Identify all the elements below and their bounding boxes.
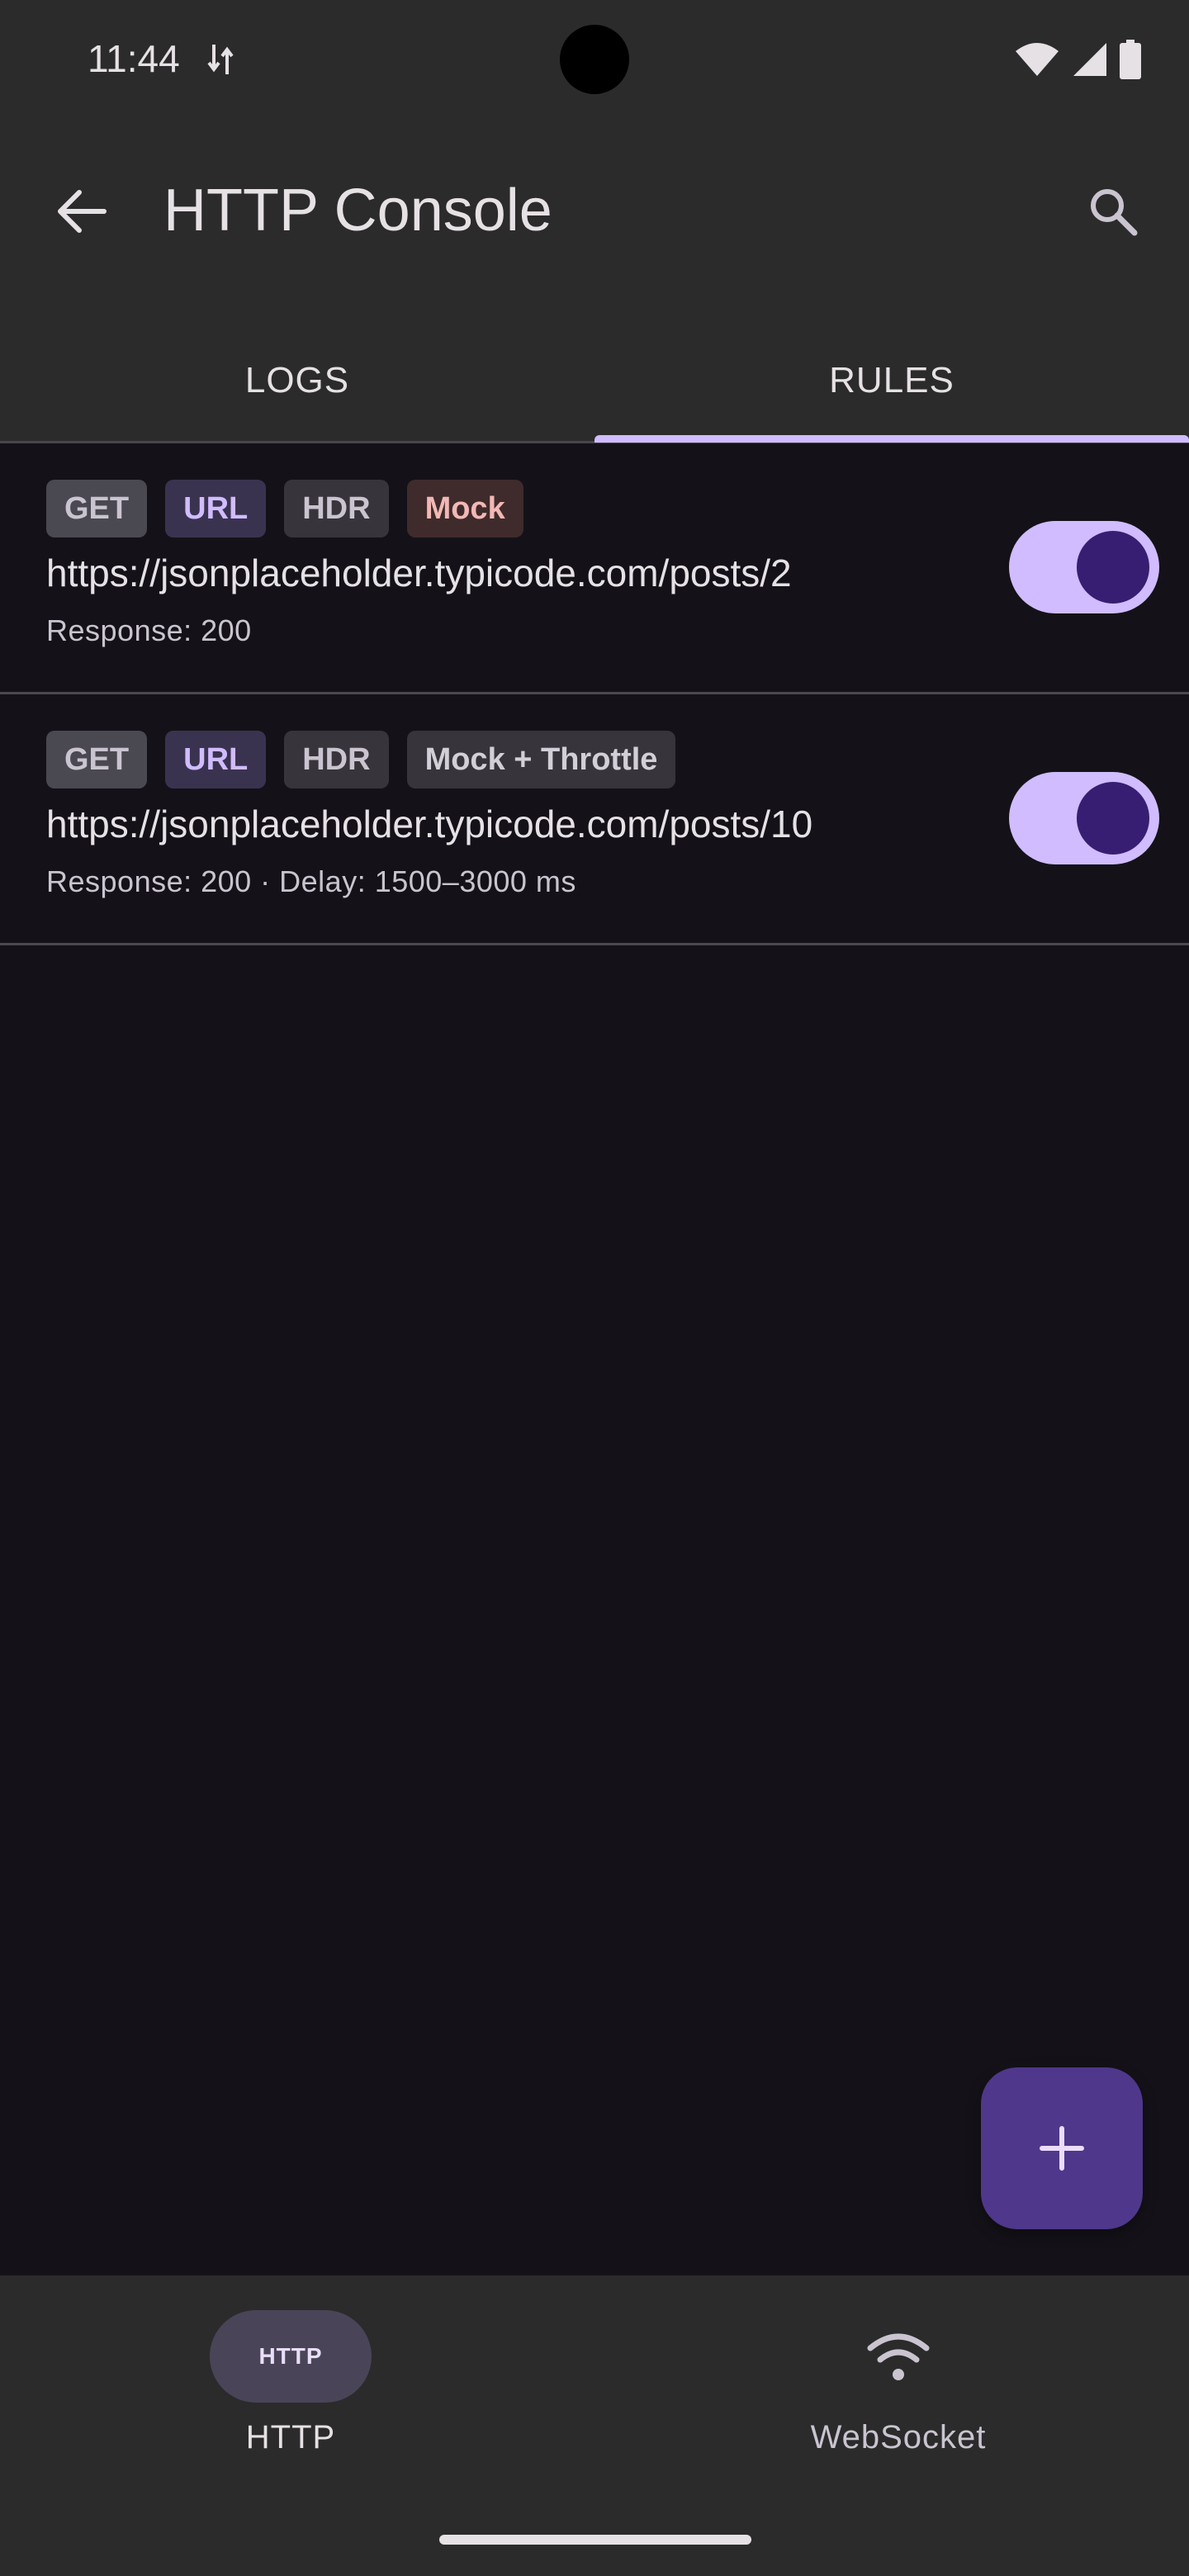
method-chip: GET [46,731,148,788]
tab-rules[interactable]: RULES [594,319,1189,443]
battery-icon [1120,40,1141,79]
nav-item-http[interactable]: HTTP HTTP [0,2310,594,2475]
signal-icon [1073,43,1106,76]
page-title: HTTP Console [163,178,552,244]
rule-enabled-toggle[interactable] [1009,772,1159,864]
url-match-chip: URL [165,731,267,788]
wifi-icon [1016,43,1059,76]
http-badge-icon: HTTP [258,2343,323,2369]
search-icon [1091,189,1138,236]
method-chip: GET [46,480,148,537]
status-icons [1014,40,1141,79]
rule-meta: Response: 200 [46,613,252,647]
header-match-chip: HDR [284,731,389,788]
tab-bar: LOGS RULES [0,319,1189,443]
url-match-chip: URL [165,480,267,537]
rules-list: GET URL HDR Mock https://jsonplaceholder… [0,443,1189,945]
rule-url: https://jsonplaceholder.typicode.com/pos… [46,552,792,594]
top-app-bar-container: 11:44 HTTP Console LOGS RULES [0,0,1189,443]
action-chip: Mock + Throttle [406,731,676,788]
rule-chips: GET URL HDR Mock [46,480,523,537]
wifi-icon [867,2333,930,2380]
rule-row[interactable]: GET URL HDR Mock https://jsonplaceholder… [0,443,1189,694]
tab-rules-label: RULES [829,360,955,400]
nav-active-indicator: HTTP [210,2310,372,2403]
rule-chips: GET URL HDR Mock + Throttle [46,731,676,788]
action-chip: Mock [406,480,523,537]
rule-url: https://jsonplaceholder.typicode.com/pos… [46,803,813,845]
add-rule-button[interactable] [981,2067,1143,2229]
plus-icon [1040,2126,1084,2171]
nav-item-websocket[interactable]: WebSocket [594,2310,1189,2475]
app-bar: HTTP Console [0,149,1189,272]
toggle-thumb [1077,782,1149,855]
arrow-back-icon [58,190,107,233]
camera-cutout [560,25,629,94]
status-bar: 11:44 [0,0,1189,119]
tab-indicator [594,435,1189,443]
nav-item-label: HTTP [245,2419,336,2455]
rule-enabled-toggle[interactable] [1009,521,1159,613]
data-transfer-icon [207,45,234,74]
rule-row[interactable]: GET URL HDR Mock + Throttle https://json… [0,694,1189,945]
gesture-handle[interactable] [439,2535,751,2545]
tab-logs[interactable]: LOGS [0,319,594,443]
rule-meta: Response: 200 · Delay: 1500–3000 ms [46,864,576,898]
header-match-chip: HDR [284,480,389,537]
toggle-thumb [1077,531,1149,604]
bottom-navigation: HTTP HTTP WebSocket [0,2275,1189,2576]
status-time: 11:44 [88,37,180,80]
search-button[interactable] [1080,178,1146,244]
tab-logs-label: LOGS [244,360,350,400]
back-button[interactable] [48,178,114,244]
nav-item-label: WebSocket [810,2419,987,2455]
nav-icon-container [817,2310,979,2403]
